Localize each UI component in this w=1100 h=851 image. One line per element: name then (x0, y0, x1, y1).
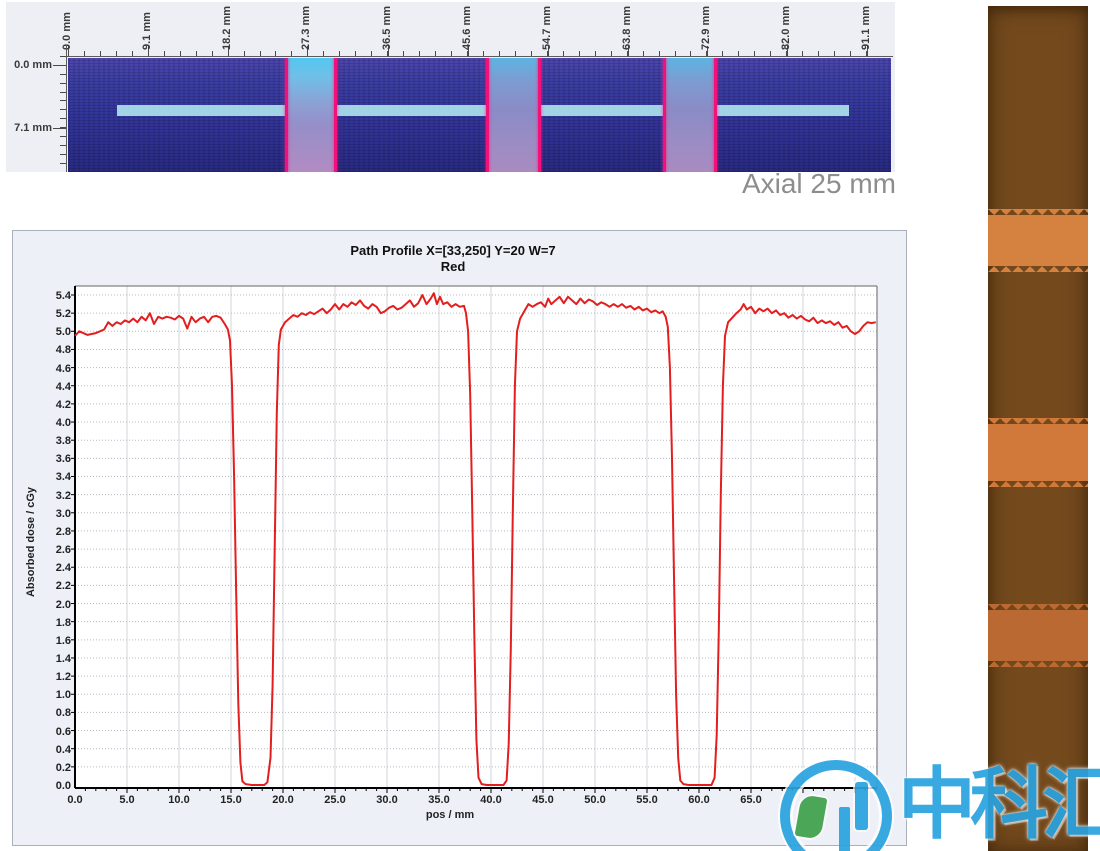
x-axis-title: pos / mm (405, 809, 495, 821)
ruler-baseline (66, 45, 67, 172)
ruler-minor-tick (60, 118, 66, 119)
ruler-minor-tick (60, 154, 66, 155)
ruler-minor-tick (60, 109, 66, 110)
ruler-minor-tick (60, 83, 66, 84)
irradiated-band (487, 58, 540, 172)
isodose-contour-right (538, 58, 541, 172)
watermark: 中科汇仪 (780, 760, 1100, 851)
watermark-logo-icon (780, 760, 892, 851)
ruler-minor-tick (60, 92, 66, 93)
irradiated-band (664, 58, 716, 172)
isodose-contour-left (285, 58, 288, 172)
film-scan-image[interactable] (68, 58, 891, 172)
ruler-major-tick (53, 128, 66, 129)
ruler-minor-tick (60, 74, 66, 75)
irradiated-band (286, 58, 336, 172)
page: 0.0 mm9.1 mm18.2 mm27.3 mm36.5 mm45.6 mm… (0, 0, 1100, 851)
ruler-label: 7.1 mm (10, 122, 52, 134)
profile-chart[interactable] (55, 280, 885, 796)
logo-glyph-icon (855, 782, 868, 830)
ruler-major-tick (53, 65, 66, 66)
ruler-minor-tick (60, 145, 66, 146)
isodose-contour-right (334, 58, 337, 172)
y-axis-title: Absorbed dose / cGy (25, 462, 39, 622)
isodose-contour-left (486, 58, 489, 172)
profile-path-line[interactable] (117, 105, 849, 116)
film-strip (988, 6, 1088, 851)
ruler-minor-tick (60, 56, 66, 57)
watermark-text: 中科汇仪 (898, 760, 1100, 848)
isodose-contour-left (663, 58, 666, 172)
ruler-label: 0.0 mm (10, 59, 52, 71)
film-exposed-band (988, 610, 1088, 661)
film-exposed-band (988, 424, 1088, 481)
ruler-minor-tick (60, 136, 66, 137)
film-exposed-band (988, 215, 1088, 266)
leaf-icon (795, 794, 828, 840)
chart-subtitle: Red (13, 259, 893, 274)
scan-panel: 0.0 mm9.1 mm18.2 mm27.3 mm36.5 mm45.6 mm… (6, 2, 895, 172)
chart-title: Path Profile X=[33,250] Y=20 W=7 (13, 243, 893, 258)
ruler-minor-tick (60, 163, 66, 164)
isodose-contour-right (714, 58, 717, 172)
ruler-minor-tick (60, 100, 66, 101)
slice-caption: Axial 25 mm (640, 168, 896, 200)
